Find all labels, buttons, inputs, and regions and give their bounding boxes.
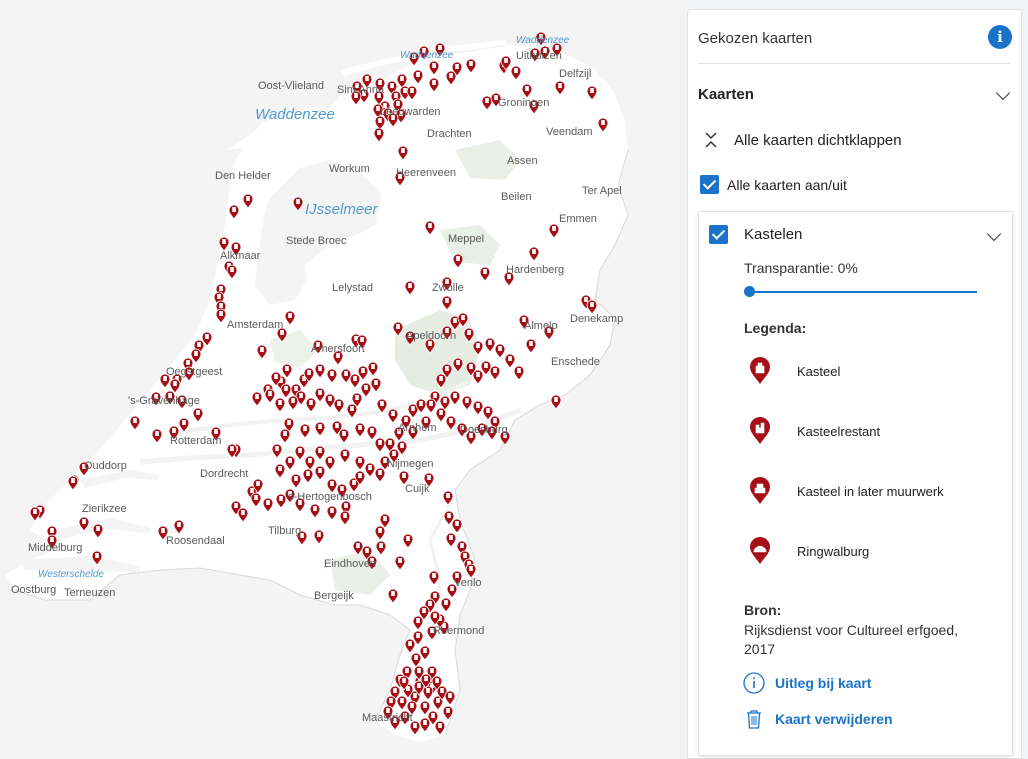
map-base: [5, 31, 640, 742]
place-label: Maastricht: [362, 712, 413, 724]
place-label: Oost-Vlieland: [258, 80, 325, 92]
place-label: Tilburg: [268, 525, 302, 537]
layer-header[interactable]: Kastelen: [709, 225, 802, 244]
legend-item: Kasteelrestant: [749, 417, 880, 445]
layer-card-kastelen: Kastelen Transparantie: 0% Legenda: Kast…: [698, 211, 1013, 756]
toggle-all-label: Alle kaarten aan/uit: [727, 176, 847, 193]
place-label: Eindhoven: [324, 558, 376, 570]
place-label: Roermond: [433, 625, 485, 637]
place-label: Arnhem: [398, 422, 437, 434]
place-label: Sint Anna: [337, 84, 385, 96]
info-icon[interactable]: i: [988, 25, 1012, 49]
collapse-arrows-icon: [705, 132, 717, 148]
place-label: Almelo: [524, 320, 558, 332]
place-label: Assen: [507, 155, 538, 167]
castle-marker[interactable]: [550, 394, 562, 410]
place-label: Doesburg: [460, 424, 508, 436]
source-title: Bron:: [744, 602, 782, 618]
place-label: Oegstgeest: [166, 366, 223, 378]
place-label: Veendam: [546, 126, 593, 138]
transparency-value: 0%: [837, 260, 858, 276]
place-label: 's-Gravenhage: [128, 395, 200, 407]
water-label: Westerschelde: [38, 569, 104, 580]
place-label: Middelburg: [28, 542, 83, 554]
legend-label: Ringwalburg: [797, 543, 870, 559]
explain-map-link[interactable]: Uitleg bij kaart: [743, 672, 871, 694]
place-label: 's-Hertogenbosch: [286, 491, 372, 503]
place-label: Terneuzen: [64, 587, 116, 599]
place-label: Rotterdam: [170, 435, 222, 447]
legend-title: Legenda:: [744, 320, 807, 336]
place-label: Venlo: [454, 577, 482, 589]
section-title-maps[interactable]: Kaarten: [698, 86, 754, 103]
layer-checkbox[interactable]: [709, 225, 728, 244]
legend-item: Kasteel: [749, 357, 840, 385]
castle-remnant-icon: [750, 417, 770, 444]
legend-label: Kasteel in later muurwerk: [797, 483, 944, 499]
remove-map-link[interactable]: Kaart verwijderen: [743, 708, 893, 730]
explain-map-label: Uitleg bij kaart: [775, 675, 872, 691]
place-label: Oostburg: [11, 584, 57, 596]
transparency-title: Transparantie:: [744, 260, 834, 276]
info-outline-icon: [743, 672, 765, 694]
water-label: Waddenzee: [255, 106, 335, 123]
toggle-all-row[interactable]: Alle kaarten aan/uit: [700, 175, 847, 194]
chosen-maps-panel: Gekozen kaarten i Kaarten Alle kaarten d…: [687, 9, 1022, 759]
place-label: Amersfoort: [311, 343, 365, 355]
water-label: Waddenzee: [400, 50, 454, 61]
place-label: Cuijk: [405, 483, 430, 495]
place-label: Ter Apel: [582, 185, 622, 197]
map-view[interactable]: Oost-Vlieland Sint Anna Uithuizen Delfzijl L…: [0, 0, 676, 759]
collapse-all-label: Alle kaarten dichtklappen: [734, 131, 902, 149]
place-label: Alkmaar: [220, 250, 261, 262]
castle-in-later-masonry-icon: [750, 477, 770, 504]
ring-fort-icon: [750, 537, 770, 564]
place-label: Uithuizen: [516, 50, 562, 62]
place-label: Roosendaal: [166, 535, 225, 547]
place-label: Lelystad: [332, 282, 373, 294]
place-label: Enschede: [551, 356, 600, 368]
place-label: Dordrecht: [200, 468, 249, 480]
divider: [698, 63, 1011, 64]
place-label: Bergeijk: [314, 590, 354, 602]
transparency-slider-track[interactable]: [751, 291, 977, 293]
panel-title: Gekozen kaarten: [698, 30, 813, 47]
place-label: Den Helder: [215, 170, 271, 182]
castle-icon: [750, 357, 770, 384]
place-label: Stede Broec: [286, 235, 347, 247]
layer-name: Kastelen: [744, 226, 803, 243]
legend-label: Kasteel: [797, 363, 841, 379]
place-label: Delfzijl: [559, 68, 592, 80]
place-label: Groningen: [498, 97, 550, 109]
legend-item: Ringwalburg: [749, 537, 869, 565]
collapse-all-button[interactable]: Alle kaarten dichtklappen: [705, 131, 902, 149]
place-label: Emmen: [559, 213, 597, 225]
chevron-down-icon[interactable]: [995, 85, 1011, 101]
remove-map-label: Kaart verwijderen: [775, 711, 893, 727]
source-text: Rijksdienst voor Cultureel erfgoed, 2017: [744, 622, 958, 657]
place-label: Ouddorp: [84, 460, 127, 472]
transparency-label: Transparantie: 0%: [744, 260, 858, 276]
legend-item: Kasteel in later muurwerk: [749, 477, 944, 505]
trash-icon: [747, 710, 761, 729]
place-label: Apeldoorn: [406, 330, 457, 342]
place-label: Heerenveen: [396, 167, 456, 179]
place-label: Meppel: [448, 233, 485, 245]
transparency-slider-handle[interactable]: [744, 286, 755, 297]
place-label: Amsterdam: [227, 319, 284, 331]
place-label: Denekamp: [570, 313, 624, 325]
toggle-all-checkbox[interactable]: [700, 175, 719, 194]
place-label: Beilen: [501, 191, 532, 203]
place-label: Leeuwarden: [380, 106, 441, 118]
water-label: Waddenzee: [516, 35, 570, 46]
water-label: IJsselmeer: [305, 201, 378, 218]
place-label: Zwolle: [432, 282, 464, 294]
chevron-down-icon[interactable]: [986, 226, 1002, 242]
place-label: Drachten: [427, 128, 472, 140]
place-label: Nijmegen: [387, 458, 434, 470]
place-label: Workum: [329, 163, 370, 175]
place-label: Zierikzee: [82, 503, 127, 515]
legend-label: Kasteelrestant: [797, 423, 881, 439]
place-label: Hardenberg: [506, 264, 565, 276]
